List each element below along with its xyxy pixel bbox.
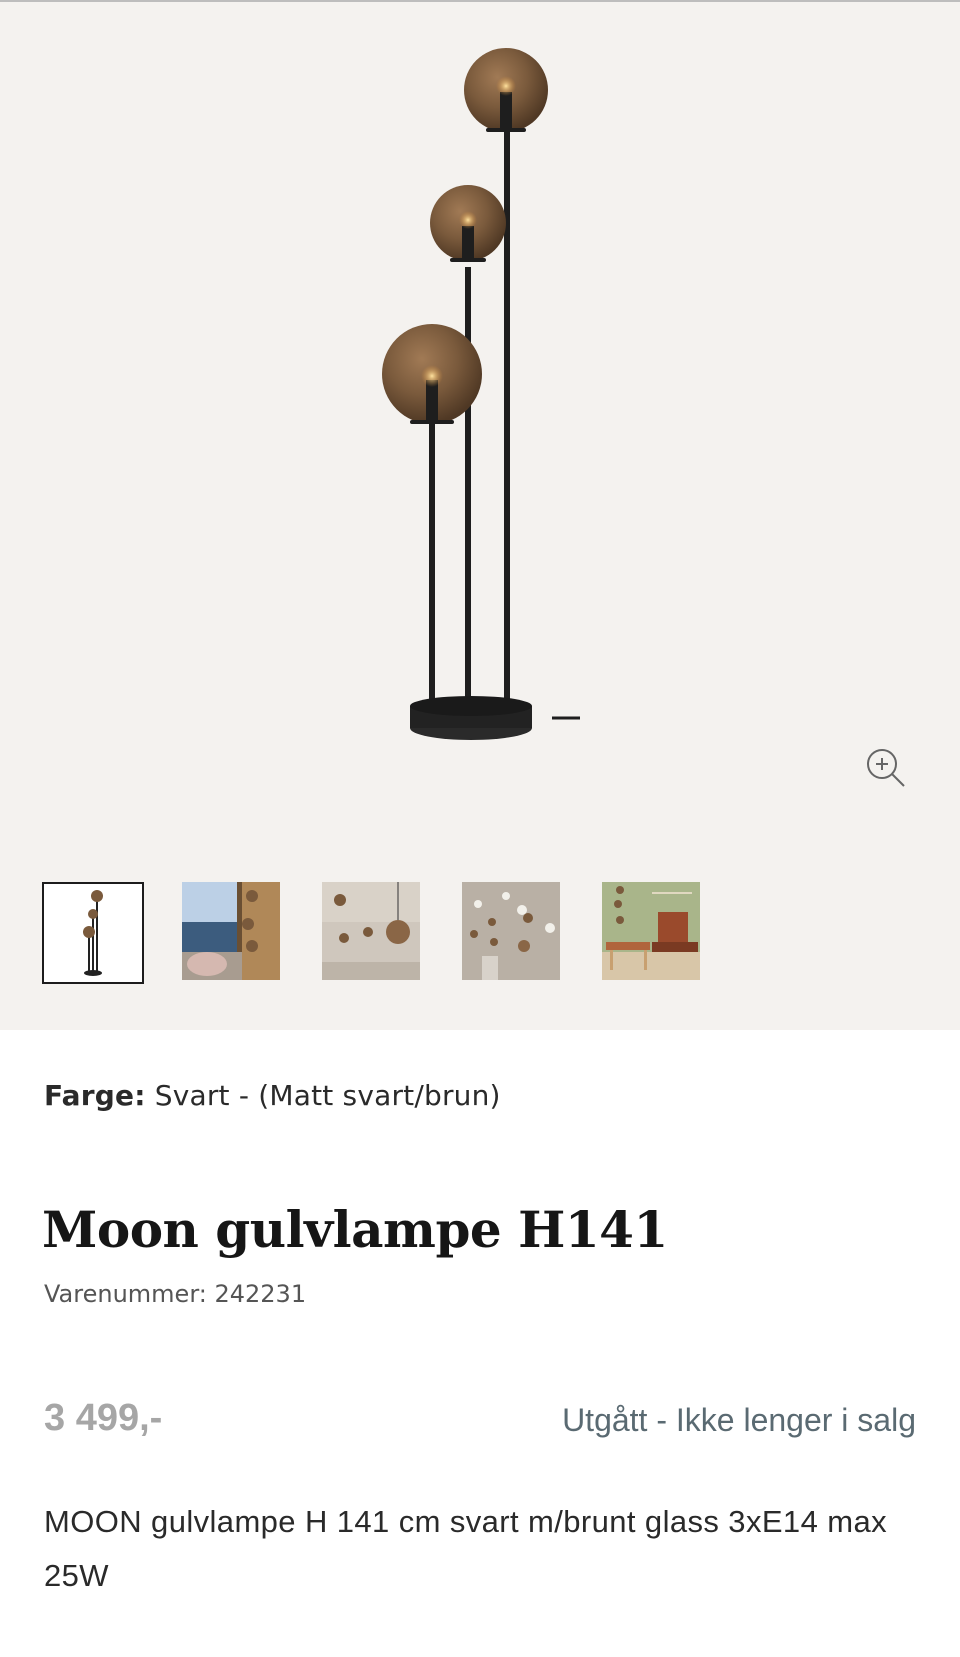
main-product-image[interactable] [340,42,620,762]
thumbnail-lamp-collection[interactable] [462,882,564,984]
product-gallery [0,2,960,1030]
product-title: Moon gulvlampe H141 [42,1200,668,1259]
product-price: 3 499,- [44,1397,163,1439]
color-selection: Farge: Svart - (Matt svart/brun) [44,1079,501,1112]
thumbnail-lamp-globes-closeup[interactable] [322,882,424,984]
thumbnail-strip [42,882,742,990]
color-label: Farge: [44,1079,146,1112]
thumbnail-lamp-studio-shot[interactable] [42,882,144,984]
color-value: Svart - (Matt svart/brun) [154,1079,501,1112]
thumbnail-lamp-by-window[interactable] [182,882,284,984]
zoom-in-icon[interactable] [864,746,908,790]
product-description: MOON gulvlampe H 141 cm svart m/brunt gl… [44,1504,887,1593]
thumbnail-lamp-living-room[interactable] [602,882,704,984]
availability-status: Utgått - Ikke lenger i salg [562,1402,916,1438]
product-sku: Varenummer: 242231 [44,1280,307,1308]
